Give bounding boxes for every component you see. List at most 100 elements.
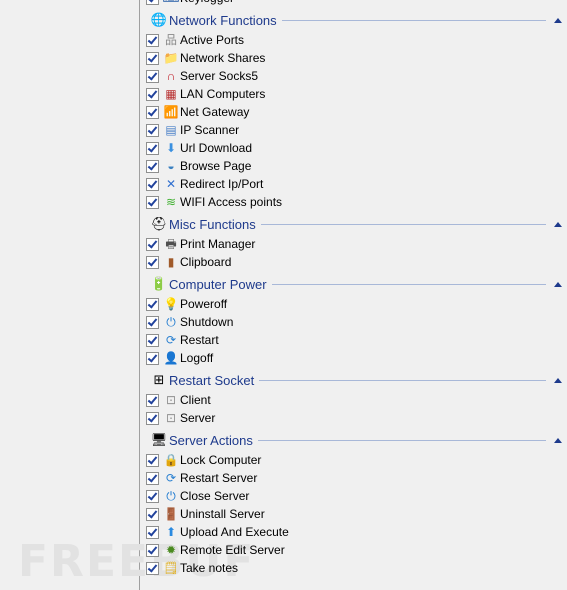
option-item[interactable]: ⌨Keylogger bbox=[140, 0, 567, 7]
collapse-chevron-icon[interactable] bbox=[552, 281, 564, 287]
option-item[interactable]: 品 Active Ports bbox=[140, 31, 567, 49]
magnet-icon: ∩ bbox=[166, 69, 176, 83]
lightbulb-icon: 💡 bbox=[163, 297, 179, 311]
group-divider bbox=[260, 223, 546, 225]
battery-icon: 🔋 bbox=[150, 276, 168, 291]
option-item[interactable]: ∩ Server Socks5 bbox=[140, 67, 567, 85]
option-item[interactable]: 🚪 Uninstall Server bbox=[140, 505, 567, 523]
sticky-notes-icon: 🗒 bbox=[163, 561, 179, 575]
checkbox[interactable] bbox=[146, 51, 159, 65]
refresh-icon: ⟳ bbox=[165, 471, 177, 485]
checkbox[interactable] bbox=[146, 411, 159, 425]
option-item[interactable]: ≋ WIFI Access points bbox=[140, 193, 567, 211]
option-item[interactable]: ⏻ Shutdown bbox=[140, 313, 567, 331]
checkbox[interactable] bbox=[146, 159, 159, 173]
option-item[interactable]: 🖶 Print Manager bbox=[140, 235, 567, 253]
upload-arrow-icon: ⬆ bbox=[165, 525, 177, 539]
group-divider bbox=[259, 379, 546, 381]
checkbox[interactable] bbox=[146, 297, 159, 311]
browser-icon: ◒ bbox=[167, 159, 175, 173]
checkbox[interactable] bbox=[146, 393, 159, 407]
wifi-icon: ≋ bbox=[165, 195, 177, 209]
option-item[interactable]: 👤 Logoff bbox=[140, 349, 567, 367]
group-header[interactable]: 🔋 Computer Power bbox=[140, 273, 567, 295]
checkbox[interactable] bbox=[146, 561, 159, 575]
option-item[interactable]: ⊡ Server bbox=[140, 409, 567, 427]
options-panel: ⌨Keylogger🌐Network Functions品Active Port… bbox=[140, 0, 567, 577]
option-label: WIFI Access points bbox=[180, 195, 283, 209]
group-title: Computer Power bbox=[169, 276, 267, 292]
group-title: Network Functions bbox=[169, 12, 277, 28]
option-label: Server Socks5 bbox=[180, 69, 259, 83]
option-item[interactable]: ⬆ Upload And Execute bbox=[140, 523, 567, 541]
option-item[interactable]: 🔒 Lock Computer bbox=[140, 451, 567, 469]
checkbox[interactable] bbox=[146, 123, 159, 137]
network-globe-icon: 🌐 bbox=[150, 12, 168, 27]
collapse-chevron-icon[interactable] bbox=[552, 437, 564, 443]
option-item[interactable]: ⟳ Restart Server bbox=[140, 469, 567, 487]
option-item[interactable]: ▮ Clipboard bbox=[140, 253, 567, 271]
option-item[interactable]: 💡 Poweroff bbox=[140, 295, 567, 313]
collapse-chevron-icon[interactable] bbox=[552, 221, 564, 227]
group-header[interactable]: 🖥 Server Actions bbox=[140, 429, 567, 451]
checkbox[interactable] bbox=[146, 33, 159, 47]
group-title: Server Actions bbox=[169, 432, 253, 448]
power-icon: ⏻ bbox=[166, 489, 176, 503]
checkbox[interactable] bbox=[146, 0, 159, 5]
option-item[interactable]: ▤ IP Scanner bbox=[140, 121, 567, 139]
option-item[interactable]: ◒ Browse Page bbox=[140, 157, 567, 175]
checkbox[interactable] bbox=[146, 543, 159, 557]
checkbox[interactable] bbox=[146, 87, 159, 101]
group-title: Restart Socket bbox=[169, 372, 255, 388]
checkbox[interactable] bbox=[146, 255, 159, 269]
option-label: Redirect Ip/Port bbox=[180, 177, 264, 191]
option-item[interactable]: ✹ Remote Edit Server bbox=[140, 541, 567, 559]
option-item[interactable]: ⊡ Client bbox=[140, 391, 567, 409]
checkbox[interactable] bbox=[146, 237, 159, 251]
option-label: Uninstall Server bbox=[180, 507, 265, 521]
option-item[interactable]: ✕ Redirect Ip/Port bbox=[140, 175, 567, 193]
option-item[interactable]: ⟳ Restart bbox=[140, 331, 567, 349]
printer-icon: 🖶 bbox=[165, 237, 177, 251]
socket-icon: ⊡ bbox=[165, 411, 177, 425]
option-label: Client bbox=[180, 393, 211, 407]
checkbox[interactable] bbox=[146, 333, 159, 347]
checkbox[interactable] bbox=[146, 489, 159, 503]
option-label: IP Scanner bbox=[180, 123, 240, 137]
option-item[interactable]: 🗒 Take notes bbox=[140, 559, 567, 577]
door-exit-icon: 🚪 bbox=[163, 507, 179, 521]
checkbox[interactable] bbox=[146, 315, 159, 329]
checkbox[interactable] bbox=[146, 141, 159, 155]
option-item[interactable]: ⏻ Close Server bbox=[140, 487, 567, 505]
group-divider bbox=[281, 19, 546, 21]
option-item[interactable]: 📁 Network Shares bbox=[140, 49, 567, 67]
checkbox[interactable] bbox=[146, 105, 159, 119]
checkbox[interactable] bbox=[146, 177, 159, 191]
option-item[interactable]: ⬇ Url Download bbox=[140, 139, 567, 157]
checkbox[interactable] bbox=[146, 351, 159, 365]
checkbox[interactable] bbox=[146, 525, 159, 539]
group-header[interactable]: ⛑ Misc Functions bbox=[140, 213, 567, 235]
firewall-icon: ▦ bbox=[165, 87, 177, 101]
checkbox[interactable] bbox=[146, 471, 159, 485]
checkbox[interactable] bbox=[146, 453, 159, 467]
option-label: Logoff bbox=[180, 351, 214, 365]
group-header[interactable]: ⊞ Restart Socket bbox=[140, 369, 567, 391]
hardhat-add-icon: ⛑ bbox=[150, 216, 168, 231]
checkbox[interactable] bbox=[146, 195, 159, 209]
socket-icon: ⊡ bbox=[165, 393, 177, 407]
group-header[interactable]: 🌐 Network Functions bbox=[140, 9, 567, 31]
lock-icon: 🔒 bbox=[163, 453, 179, 467]
option-item[interactable]: ▦ LAN Computers bbox=[140, 85, 567, 103]
collapse-chevron-icon[interactable] bbox=[552, 17, 564, 23]
option-label: Url Download bbox=[180, 141, 253, 155]
checkbox[interactable] bbox=[146, 69, 159, 83]
server-computer-icon: 🖥 bbox=[150, 432, 168, 447]
checkbox[interactable] bbox=[146, 507, 159, 521]
refresh-icon: ⟳ bbox=[165, 333, 177, 347]
download-icon: ⬇ bbox=[165, 141, 177, 155]
option-item[interactable]: 📶 Net Gateway bbox=[140, 103, 567, 121]
collapse-chevron-icon[interactable] bbox=[552, 377, 564, 383]
redirect-icon: ✕ bbox=[165, 177, 177, 191]
option-label: Net Gateway bbox=[180, 105, 250, 119]
